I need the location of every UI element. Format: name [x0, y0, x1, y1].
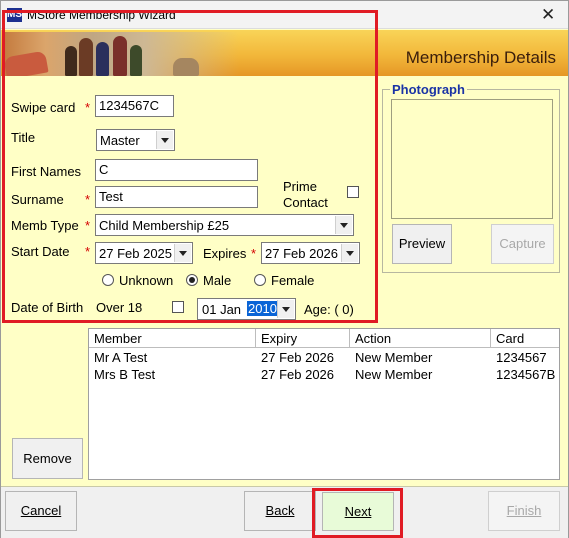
- title-label: Title: [11, 130, 36, 145]
- column-header-member[interactable]: Member: [89, 329, 256, 348]
- required-marker: *: [85, 218, 91, 233]
- prime-contact-label-line2: Contact: [283, 195, 328, 210]
- memb-type-select[interactable]: Child Membership £25: [95, 214, 354, 236]
- table-cell-action[interactable]: New Member: [355, 350, 432, 365]
- photo-preview-area: [391, 99, 553, 219]
- table-cell-expiry[interactable]: 27 Feb 2026: [261, 350, 334, 365]
- table-cell-action[interactable]: New Member: [355, 367, 432, 382]
- table-cell-expiry[interactable]: 27 Feb 2026: [261, 367, 334, 382]
- cancel-button[interactable]: Cancel: [5, 491, 77, 531]
- table-cell-member[interactable]: Mrs B Test: [94, 367, 155, 382]
- banner-person: [130, 45, 142, 76]
- start-date-label: Start Date: [11, 244, 70, 259]
- banner-person: [96, 42, 109, 76]
- banner-person: [79, 38, 93, 76]
- required-marker: *: [85, 100, 91, 115]
- chevron-down-icon[interactable]: [277, 300, 294, 318]
- banner-person: [65, 46, 77, 76]
- required-marker: *: [251, 246, 257, 261]
- chevron-down-icon[interactable]: [156, 131, 173, 149]
- table-cell-card[interactable]: 1234567B: [496, 367, 555, 382]
- banner-house-shape: [173, 58, 199, 76]
- banner-sign-shape: [3, 50, 49, 76]
- required-marker: *: [85, 192, 91, 207]
- gender-male-label: Male: [203, 273, 232, 288]
- chevron-down-icon[interactable]: [341, 244, 358, 262]
- column-header-action[interactable]: Action: [350, 329, 491, 348]
- start-date-value: 27 Feb 2025: [99, 246, 173, 261]
- banner-family-photo: [3, 32, 239, 76]
- swipe-card-input[interactable]: 1234567C: [95, 95, 174, 117]
- surname-input[interactable]: Test: [95, 186, 258, 208]
- dob-day-month: 01 Jan: [202, 302, 242, 317]
- swipe-card-label: Swipe card: [11, 100, 76, 115]
- dob-year-selected[interactable]: 2010: [247, 301, 278, 316]
- first-names-input[interactable]: C: [95, 159, 258, 181]
- over-18-checkbox[interactable]: [172, 301, 184, 313]
- table-cell-card[interactable]: 1234567: [496, 350, 547, 365]
- gender-unknown-radio[interactable]: [102, 274, 114, 286]
- title-select-value: Master: [100, 133, 140, 148]
- close-icon[interactable]: ✕: [541, 5, 555, 25]
- title-select[interactable]: Master: [96, 129, 175, 151]
- prime-contact-label-line1: Prime: [283, 179, 317, 194]
- expires-date-picker[interactable]: 27 Feb 2026: [261, 242, 360, 264]
- age-display: Age: ( 0): [304, 302, 354, 317]
- column-header-expiry[interactable]: Expiry: [256, 329, 350, 348]
- prime-contact-checkbox[interactable]: [347, 186, 359, 198]
- gender-unknown-label: Unknown: [119, 273, 174, 288]
- app-logo-icon: MS: [7, 8, 22, 22]
- surname-label: Surname: [11, 192, 64, 207]
- memb-type-label: Memb Type: [11, 218, 79, 233]
- next-button[interactable]: Next: [322, 492, 394, 531]
- gender-male-radio[interactable]: [186, 274, 198, 286]
- gender-female-label: Female: [271, 273, 315, 288]
- expires-date-value: 27 Feb 2026: [265, 246, 339, 261]
- capture-button[interactable]: Capture: [491, 224, 554, 264]
- remove-button[interactable]: Remove: [12, 438, 83, 479]
- table-cell-member[interactable]: Mr A Test: [94, 350, 147, 365]
- column-header-card[interactable]: Card: [491, 329, 559, 348]
- gender-female-radio[interactable]: [254, 274, 266, 286]
- members-table[interactable]: Member Expiry Action Card Mr A Test 27 F…: [88, 328, 560, 480]
- chevron-down-icon[interactable]: [335, 216, 352, 234]
- required-marker: *: [85, 244, 91, 259]
- title-bar: MS MStore Membership Wizard ✕: [1, 1, 568, 29]
- expires-label: Expires: [203, 246, 247, 261]
- over-18-label: Over 18: [96, 300, 143, 315]
- wizard-window: MS MStore Membership Wizard ✕ Membership…: [0, 0, 569, 538]
- dob-label: Date of Birth: [11, 300, 84, 315]
- chevron-down-icon[interactable]: [174, 244, 191, 262]
- banner-title: Membership Details: [405, 48, 556, 67]
- window-title: MStore Membership Wizard: [27, 8, 176, 22]
- back-button[interactable]: Back: [244, 491, 316, 531]
- dob-date-picker[interactable]: 01 Jan 2010: [197, 298, 296, 320]
- memb-type-select-value: Child Membership £25: [99, 218, 230, 233]
- start-date-picker[interactable]: 27 Feb 2025: [95, 242, 193, 264]
- first-names-label: First Names: [11, 164, 82, 179]
- photograph-group-title: Photograph: [390, 82, 467, 97]
- preview-button[interactable]: Preview: [392, 224, 452, 264]
- finish-button[interactable]: Finish: [488, 491, 560, 531]
- banner-person: [113, 36, 127, 76]
